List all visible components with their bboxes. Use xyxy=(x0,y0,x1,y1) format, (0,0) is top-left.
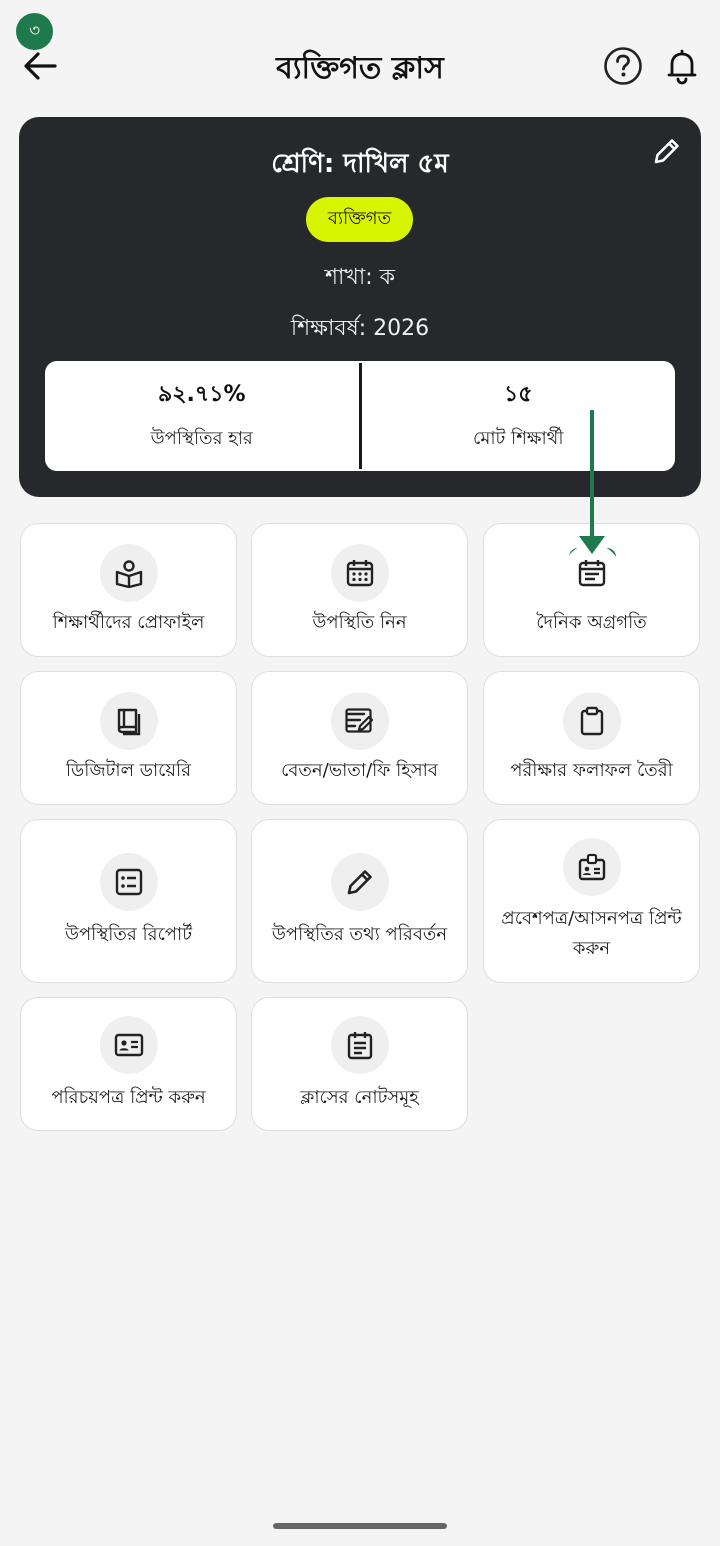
total-students-stat: ১৫ মোট শিক্ষার্থী xyxy=(362,361,676,471)
tile-label: ডিজিটাল ডায়েরি xyxy=(65,760,192,781)
tile-label: উপস্থিতি নিন xyxy=(312,612,407,633)
tile-label: ক্লাসের নোটসমূহ xyxy=(300,1087,419,1108)
stat-label: উপস্থিতির হার xyxy=(150,428,253,449)
help-button[interactable] xyxy=(603,46,643,86)
edit-note-icon xyxy=(330,692,389,750)
tile-attendance-report[interactable]: উপস্থিতির রিপোর্ট xyxy=(20,819,237,983)
list-icon xyxy=(99,853,158,911)
tile-take-attendance[interactable]: উপস্থিতি নিন xyxy=(251,523,468,657)
help-icon xyxy=(604,47,642,85)
section-label: শাখা: ক xyxy=(324,265,396,290)
id-badge-icon xyxy=(562,838,621,896)
tile-label: পরিচয়পত্র প্রিন্ট করুন xyxy=(51,1087,206,1108)
tile-salary-fee-accounts[interactable]: বেতন/ভাতা/ফি হিসাব xyxy=(251,671,468,805)
stat-label: মোট শিক্ষার্থী xyxy=(473,428,564,449)
tile-exam-results[interactable]: পরীক্ষার ফলাফল তৈরী xyxy=(483,671,700,805)
tile-label: প্রবেশপত্র/আসনপত্র প্রিন্ট করুন xyxy=(501,908,682,959)
reader-icon xyxy=(99,544,158,602)
home-indicator[interactable] xyxy=(273,1523,447,1529)
clipboard-icon xyxy=(562,692,621,750)
pointer-arrow-icon xyxy=(579,410,605,554)
tile-class-notes[interactable]: ক্লাসের নোটসমূহ xyxy=(251,997,468,1131)
tile-print-admit-card[interactable]: প্রবেশপত্র/আসনপত্র প্রিন্ট করুন xyxy=(483,819,700,983)
class-type-chip: ব্যক্তিগত xyxy=(306,197,413,242)
tile-label: উপস্থিতির রিপোর্ট xyxy=(64,924,193,945)
tile-label: পরীক্ষার ফলাফল তৈরী xyxy=(510,760,673,781)
notification-button[interactable] xyxy=(662,46,702,86)
tile-edit-attendance[interactable]: উপস্থিতির তথ্য পরিবর্তন xyxy=(251,819,468,983)
book-icon xyxy=(99,692,158,750)
tile-label: বেতন/ভাতা/ফি হিসাব xyxy=(281,760,438,781)
stat-value: ১৫ xyxy=(503,382,533,407)
calendar-icon xyxy=(330,544,389,602)
tile-label: দৈনিক অগ্রগতি xyxy=(536,612,647,633)
class-name: শ্রেণি: দাখিল ৫ম xyxy=(271,149,449,179)
bell-icon xyxy=(667,49,697,85)
tile-label: উপস্থিতির তথ্য পরিবর্তন xyxy=(271,924,448,945)
pencil-icon xyxy=(330,853,389,911)
app-bar: ব্যক্তিগত ক্লাস xyxy=(0,0,720,110)
attendance-rate-stat: ৯২.৭১% উপস্থিতির হার xyxy=(45,361,359,471)
academic-year-label: শিক্ষাবর্ষ: 2026 xyxy=(290,316,430,341)
stat-value: ৯২.৭১% xyxy=(157,382,246,407)
tile-student-profiles[interactable]: শিক্ষার্থীদের প্রোফাইল xyxy=(20,523,237,657)
tile-print-id-card[interactable]: পরিচয়পত্র প্রিন্ট করুন xyxy=(20,997,237,1131)
tile-digital-diary[interactable]: ডিজিটাল ডায়েরি xyxy=(20,671,237,805)
id-card-icon xyxy=(99,1016,158,1074)
tile-label: শিক্ষার্থীদের প্রোফাইল xyxy=(52,612,205,633)
notes-icon xyxy=(330,1016,389,1074)
